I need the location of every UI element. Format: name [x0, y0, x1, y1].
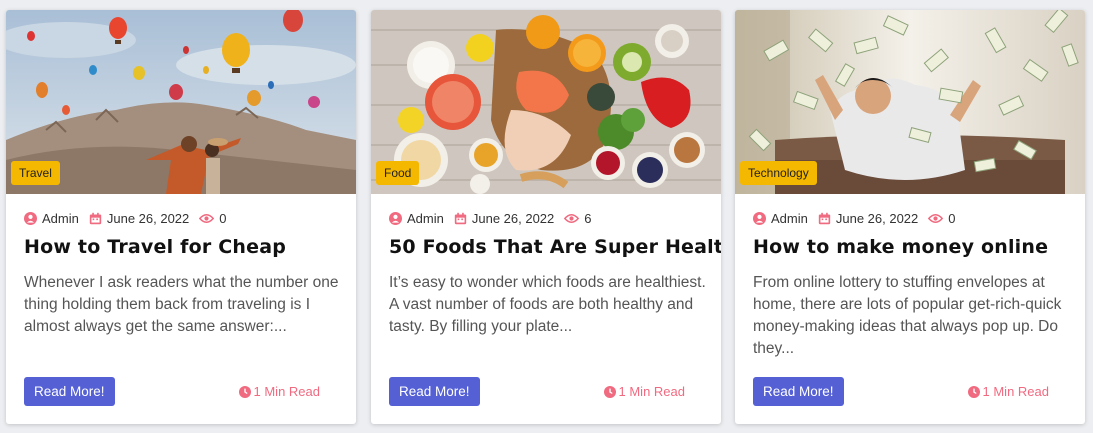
read-more-button[interactable]: Read More! — [389, 377, 480, 406]
post-date: June 26, 2022 — [106, 211, 190, 226]
author-meta[interactable]: Admin — [389, 211, 444, 226]
user-icon — [24, 212, 37, 225]
post-title[interactable]: How to Travel for Cheap — [24, 236, 348, 258]
date-meta[interactable]: June 26, 2022 — [454, 211, 554, 226]
views-count: 0 — [948, 211, 956, 226]
post-card: Technology Admin June 26, 2022 0 How to … — [735, 10, 1085, 424]
post-thumbnail[interactable]: Travel — [6, 10, 356, 194]
post-title[interactable]: 50 Foods That Are Super Healthy — [389, 236, 721, 258]
clock-icon — [603, 385, 616, 398]
views-count: 0 — [219, 211, 227, 226]
post-card: Food Admin June 26, 2022 6 50 Foods That… — [371, 10, 721, 424]
healthy-food-photo — [371, 10, 721, 194]
author-meta[interactable]: Admin — [753, 211, 808, 226]
user-icon — [389, 212, 402, 225]
author-meta[interactable]: Admin — [24, 211, 79, 226]
date-meta[interactable]: June 26, 2022 — [89, 211, 189, 226]
post-thumbnail[interactable]: Food — [371, 10, 721, 194]
post-meta: Admin June 26, 2022 6 — [389, 211, 711, 226]
clock-icon — [967, 385, 980, 398]
clock-icon — [238, 385, 251, 398]
post-excerpt: Whenever I ask readers what the number o… — [24, 274, 339, 335]
eye-icon — [928, 214, 944, 223]
post-card: Travel Admin June 26, 2022 0 How to Trav… — [6, 10, 356, 424]
views-meta: 6 — [564, 211, 592, 226]
author-name: Admin — [771, 211, 808, 226]
category-badge[interactable]: Food — [376, 161, 420, 185]
read-time-label: 1 Min Read — [253, 384, 320, 399]
post-excerpt: It’s easy to wonder which foods are heal… — [389, 274, 706, 335]
read-more-button[interactable]: Read More! — [24, 377, 115, 406]
read-time: 1 Min Read — [603, 384, 685, 399]
calendar-icon — [818, 212, 831, 225]
read-time: 1 Min Read — [967, 384, 1049, 399]
category-badge[interactable]: Technology — [740, 161, 817, 185]
post-excerpt: From online lottery to stuffing envelope… — [753, 274, 1062, 357]
post-meta: Admin June 26, 2022 0 — [753, 211, 1075, 226]
views-count: 6 — [584, 211, 592, 226]
user-icon — [753, 212, 766, 225]
post-thumbnail[interactable]: Technology — [735, 10, 1085, 194]
date-meta[interactable]: June 26, 2022 — [818, 211, 918, 226]
read-time-label: 1 Min Read — [618, 384, 685, 399]
read-time-label: 1 Min Read — [982, 384, 1049, 399]
author-name: Admin — [42, 211, 79, 226]
category-badge[interactable]: Travel — [11, 161, 60, 185]
post-meta: Admin June 26, 2022 0 — [24, 211, 346, 226]
eye-icon — [564, 214, 580, 223]
calendar-icon — [89, 212, 102, 225]
post-title[interactable]: How to make money online — [753, 236, 1077, 258]
calendar-icon — [454, 212, 467, 225]
views-meta: 0 — [928, 211, 956, 226]
eye-icon — [199, 214, 215, 223]
post-date: June 26, 2022 — [471, 211, 555, 226]
read-more-button[interactable]: Read More! — [753, 377, 844, 406]
author-name: Admin — [407, 211, 444, 226]
post-date: June 26, 2022 — [835, 211, 919, 226]
views-meta: 0 — [199, 211, 227, 226]
read-time: 1 Min Read — [238, 384, 320, 399]
